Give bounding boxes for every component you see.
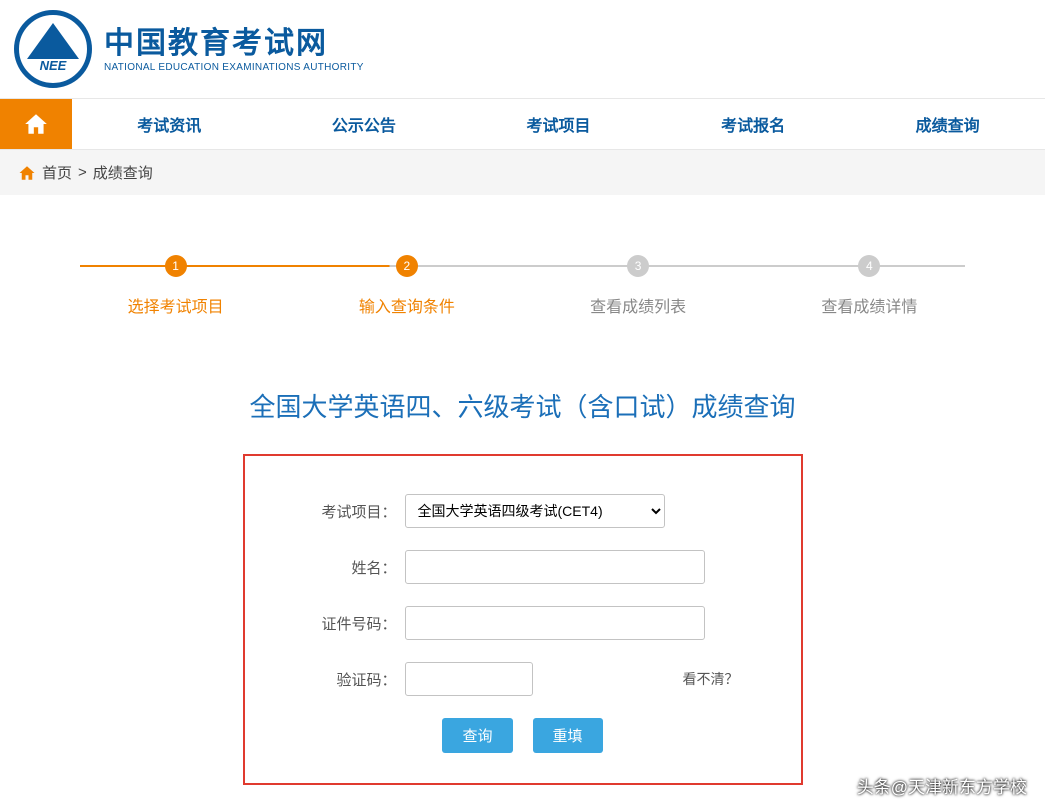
site-title: 中国教育考试网 NATIONAL EDUCATION EXAMINATIONS … bbox=[104, 26, 364, 73]
watermark: 头条@天津新东方学校 bbox=[857, 773, 1027, 798]
label-id: 证件号码： bbox=[287, 613, 397, 634]
step-tracker: 1 选择考试项目 2 输入查询条件 3 查看成绩列表 4 查看成绩详情 bbox=[0, 195, 1045, 337]
label-name: 姓名： bbox=[287, 557, 397, 578]
step-number: 4 bbox=[858, 255, 880, 277]
row-captcha: 验证码： 看不清？ bbox=[287, 662, 759, 696]
step-label: 选择考试项目 bbox=[60, 293, 291, 317]
row-name: 姓名： bbox=[287, 550, 759, 584]
step-2: 2 输入查询条件 bbox=[291, 255, 522, 317]
select-project[interactable]: 全国大学英语四级考试(CET4) bbox=[405, 494, 665, 528]
site-title-en: NATIONAL EDUCATION EXAMINATIONS AUTHORIT… bbox=[104, 62, 364, 73]
input-captcha[interactable] bbox=[405, 662, 533, 696]
step-4: 4 查看成绩详情 bbox=[754, 255, 985, 317]
step-number: 2 bbox=[396, 255, 418, 277]
label-project: 考试项目： bbox=[287, 501, 397, 522]
captcha-refresh-link[interactable]: 看不清？ bbox=[683, 669, 739, 689]
step-1: 1 选择考试项目 bbox=[60, 255, 291, 317]
input-id[interactable] bbox=[405, 606, 705, 640]
nav-item-scores[interactable]: 成绩查询 bbox=[850, 99, 1045, 149]
page-title: 全国大学英语四、六级考试（含口试）成绩查询 bbox=[0, 387, 1045, 424]
query-button[interactable]: 查询 bbox=[442, 718, 512, 753]
step-label: 查看成绩详情 bbox=[754, 293, 985, 317]
nav-home-button[interactable] bbox=[0, 99, 72, 149]
row-id: 证件号码： bbox=[287, 606, 759, 640]
site-title-cn: 中国教育考试网 bbox=[104, 26, 364, 62]
nav-item-news[interactable]: 考试资讯 bbox=[72, 99, 267, 149]
input-name[interactable] bbox=[405, 550, 705, 584]
site-logo: NEE bbox=[14, 10, 92, 88]
home-icon bbox=[23, 111, 49, 137]
label-captcha: 验证码： bbox=[287, 669, 397, 690]
breadcrumb-current: 成绩查询 bbox=[93, 162, 153, 183]
nav-item-notice[interactable]: 公示公告 bbox=[267, 99, 462, 149]
step-number: 1 bbox=[165, 255, 187, 277]
breadcrumb-home[interactable]: 首页 bbox=[42, 162, 72, 183]
reset-button[interactable]: 重填 bbox=[533, 718, 603, 753]
site-header: NEE 中国教育考试网 NATIONAL EDUCATION EXAMINATI… bbox=[0, 0, 1045, 98]
step-number: 3 bbox=[627, 255, 649, 277]
step-label: 查看成绩列表 bbox=[523, 293, 754, 317]
logo-abbrev: NEE bbox=[27, 58, 79, 73]
main-nav: 考试资讯 公示公告 考试项目 考试报名 成绩查询 bbox=[0, 98, 1045, 150]
step-3: 3 查看成绩列表 bbox=[523, 255, 754, 317]
query-form: 考试项目： 全国大学英语四级考试(CET4) 姓名： 证件号码： 验证码： 看不… bbox=[243, 454, 803, 785]
nav-item-register[interactable]: 考试报名 bbox=[656, 99, 851, 149]
nav-item-projects[interactable]: 考试项目 bbox=[461, 99, 656, 149]
breadcrumb-sep: > bbox=[78, 164, 87, 181]
form-actions: 查询 重填 bbox=[287, 718, 759, 753]
home-icon bbox=[18, 164, 36, 182]
row-project: 考试项目： 全国大学英语四级考试(CET4) bbox=[287, 494, 759, 528]
breadcrumb: 首页 > 成绩查询 bbox=[0, 150, 1045, 195]
step-label: 输入查询条件 bbox=[291, 293, 522, 317]
